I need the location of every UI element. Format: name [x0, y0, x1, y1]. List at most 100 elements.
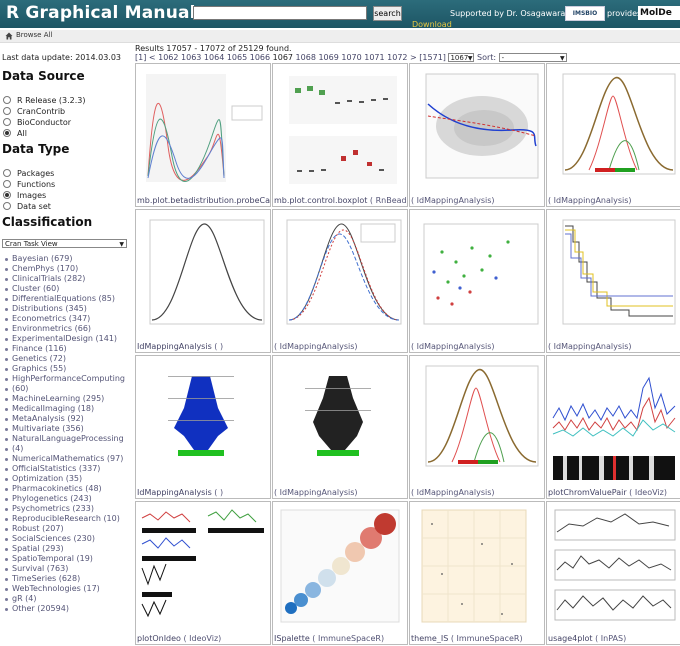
- package-link[interactable]: IdMappingAnalysis: [554, 196, 629, 205]
- classification-item[interactable]: ExperimentalDesign (141): [5, 334, 134, 344]
- radio-button[interactable]: [3, 129, 11, 137]
- plot-thumbnail[interactable]: [138, 358, 268, 486]
- classification-item[interactable]: MetaAnalysis (92): [5, 414, 134, 424]
- package-link[interactable]: IdMappingAnalysis: [280, 342, 355, 351]
- classification-item[interactable]: Spatial (293): [5, 544, 134, 554]
- package-link[interactable]: IdMappingAnalysis: [417, 196, 492, 205]
- package-link[interactable]: IdMappingAnalysis: [417, 342, 492, 351]
- image-card[interactable]: mb.plot.betadistribution.probeCategories…: [135, 63, 271, 207]
- data-type-option[interactable]: Packages: [3, 168, 54, 178]
- radio-button[interactable]: [3, 118, 11, 126]
- classification-item[interactable]: ClinicalTrials (282): [5, 274, 134, 284]
- plot-thumbnail[interactable]: [412, 358, 542, 486]
- classification-item[interactable]: Pharmacokinetics (48): [5, 484, 134, 494]
- classification-item[interactable]: Optimization (35): [5, 474, 134, 484]
- plot-thumbnail[interactable]: [275, 212, 405, 340]
- classification-item[interactable]: Other (20594): [5, 604, 134, 614]
- classification-item[interactable]: SpatioTemporal (19): [5, 554, 134, 564]
- package-link[interactable]: IdMappingAnalysis: [554, 342, 629, 351]
- plot-thumbnail[interactable]: [275, 504, 405, 632]
- function-link[interactable]: mb.plot.betadistribution.probeCategories: [137, 196, 270, 205]
- package-link[interactable]: ImmuneSpaceR: [457, 634, 520, 643]
- package-link[interactable]: InPAS: [601, 634, 623, 643]
- function-link[interactable]: plotOnIdeo: [137, 634, 181, 643]
- classification-item[interactable]: (60): [5, 384, 134, 394]
- classification-item[interactable]: (4): [5, 444, 134, 454]
- image-card[interactable]: plotOnIdeo ( IdeoViz): [135, 501, 271, 645]
- function-link[interactable]: plotChromValuePair: [548, 488, 627, 497]
- image-card[interactable]: ( IdMappingAnalysis): [409, 355, 545, 499]
- molde-logo[interactable]: MolDe: [638, 6, 680, 20]
- classification-item[interactable]: Psychometrics (233): [5, 504, 134, 514]
- data-type-option[interactable]: Data set: [3, 201, 51, 211]
- package-link[interactable]: IdeoViz: [189, 634, 218, 643]
- plot-thumbnail[interactable]: [412, 212, 542, 340]
- plot-thumbnail[interactable]: [549, 504, 679, 632]
- plot-thumbnail[interactable]: [412, 66, 542, 194]
- browse-all-link[interactable]: Browse All: [16, 31, 52, 39]
- classification-item[interactable]: MachineLearning (295): [5, 394, 134, 404]
- plot-thumbnail[interactable]: [275, 358, 405, 486]
- plot-thumbnail[interactable]: [549, 358, 679, 486]
- classification-item[interactable]: Phylogenetics (243): [5, 494, 134, 504]
- classification-select[interactable]: Cran Task View ▼: [2, 239, 127, 248]
- data-source-option[interactable]: All: [3, 128, 27, 138]
- function-link[interactable]: theme_IS: [411, 634, 448, 643]
- classification-item[interactable]: NaturalLanguageProcessing: [5, 434, 134, 444]
- classification-item[interactable]: Econometrics (347): [5, 314, 134, 324]
- data-source-option[interactable]: R Release (3.2.3): [3, 95, 86, 105]
- pager-links-prev[interactable]: [1] < 1062 1063 1064 1065 1066: [135, 53, 270, 62]
- image-card[interactable]: ( IdMappingAnalysis): [272, 209, 408, 353]
- classification-item[interactable]: Survival (763): [5, 564, 134, 574]
- radio-button[interactable]: [3, 180, 11, 188]
- classification-item[interactable]: DifferentialEquations (85): [5, 294, 134, 304]
- image-card[interactable]: ( IdMappingAnalysis): [546, 63, 680, 207]
- image-card[interactable]: IdMappingAnalysis ( ): [135, 355, 271, 499]
- page-select[interactable]: 1067 ▼: [448, 53, 475, 62]
- classification-item[interactable]: Genetics (72): [5, 354, 134, 364]
- classification-item[interactable]: NumericalMathematics (97): [5, 454, 134, 464]
- data-source-option[interactable]: CranContrib: [3, 106, 65, 116]
- classification-item[interactable]: ChemPhys (170): [5, 264, 134, 274]
- package-link[interactable]: ImmuneSpaceR: [318, 634, 381, 643]
- classification-item[interactable]: Bayesian (679): [5, 254, 134, 264]
- imsbio-logo[interactable]: IMSBIO: [565, 6, 605, 21]
- package-link[interactable]: IdMappingAnalysis: [417, 488, 492, 497]
- plot-thumbnail[interactable]: [138, 212, 268, 340]
- classification-item[interactable]: SocialSciences (230): [5, 534, 134, 544]
- package-link[interactable]: IdMappingAnalysis: [280, 488, 355, 497]
- search-button[interactable]: search: [373, 6, 402, 21]
- radio-button[interactable]: [3, 96, 11, 104]
- home-icon[interactable]: [5, 32, 13, 40]
- package-link[interactable]: RnBeads: [376, 196, 407, 205]
- image-card[interactable]: IdMappingAnalysis ( ): [135, 209, 271, 353]
- classification-item[interactable]: Graphics (55): [5, 364, 134, 374]
- image-card[interactable]: ( IdMappingAnalysis): [409, 209, 545, 353]
- image-card[interactable]: usage4plot ( InPAS): [546, 501, 680, 645]
- image-card[interactable]: ( IdMappingAnalysis): [409, 63, 545, 207]
- function-link[interactable]: IdMappingAnalysis: [137, 342, 212, 351]
- image-card[interactable]: theme_IS ( ImmuneSpaceR): [409, 501, 545, 645]
- site-title[interactable]: R Graphical Manual: [6, 3, 196, 23]
- classification-item[interactable]: TimeSeries (628): [5, 574, 134, 584]
- classification-item[interactable]: Finance (116): [5, 344, 134, 354]
- data-source-option[interactable]: BioConductor: [3, 117, 71, 127]
- classification-item[interactable]: Distributions (345): [5, 304, 134, 314]
- image-card[interactable]: plotChromValuePair ( IdeoViz): [546, 355, 680, 499]
- sort-select[interactable]: - ▼: [498, 53, 567, 62]
- radio-button[interactable]: [3, 107, 11, 115]
- image-card[interactable]: mb.plot.control.boxplot ( RnBeads): [272, 63, 408, 207]
- classification-item[interactable]: HighPerformanceComputing: [5, 374, 134, 384]
- data-type-option[interactable]: Functions: [3, 179, 55, 189]
- plot-thumbnail[interactable]: [275, 66, 405, 194]
- function-link[interactable]: IdMappingAnalysis: [137, 488, 212, 497]
- classification-item[interactable]: WebTechnologies (17): [5, 584, 134, 594]
- data-type-option[interactable]: Images: [3, 190, 46, 200]
- search-input[interactable]: [193, 6, 367, 20]
- classification-item[interactable]: Cluster (60): [5, 284, 134, 294]
- classification-item[interactable]: ReproducibleResearch (10): [5, 514, 134, 524]
- download-link[interactable]: Download: [412, 20, 452, 29]
- classification-item[interactable]: Multivariate (356): [5, 424, 134, 434]
- classification-item[interactable]: OfficialStatistics (337): [5, 464, 134, 474]
- plot-thumbnail[interactable]: [549, 212, 679, 340]
